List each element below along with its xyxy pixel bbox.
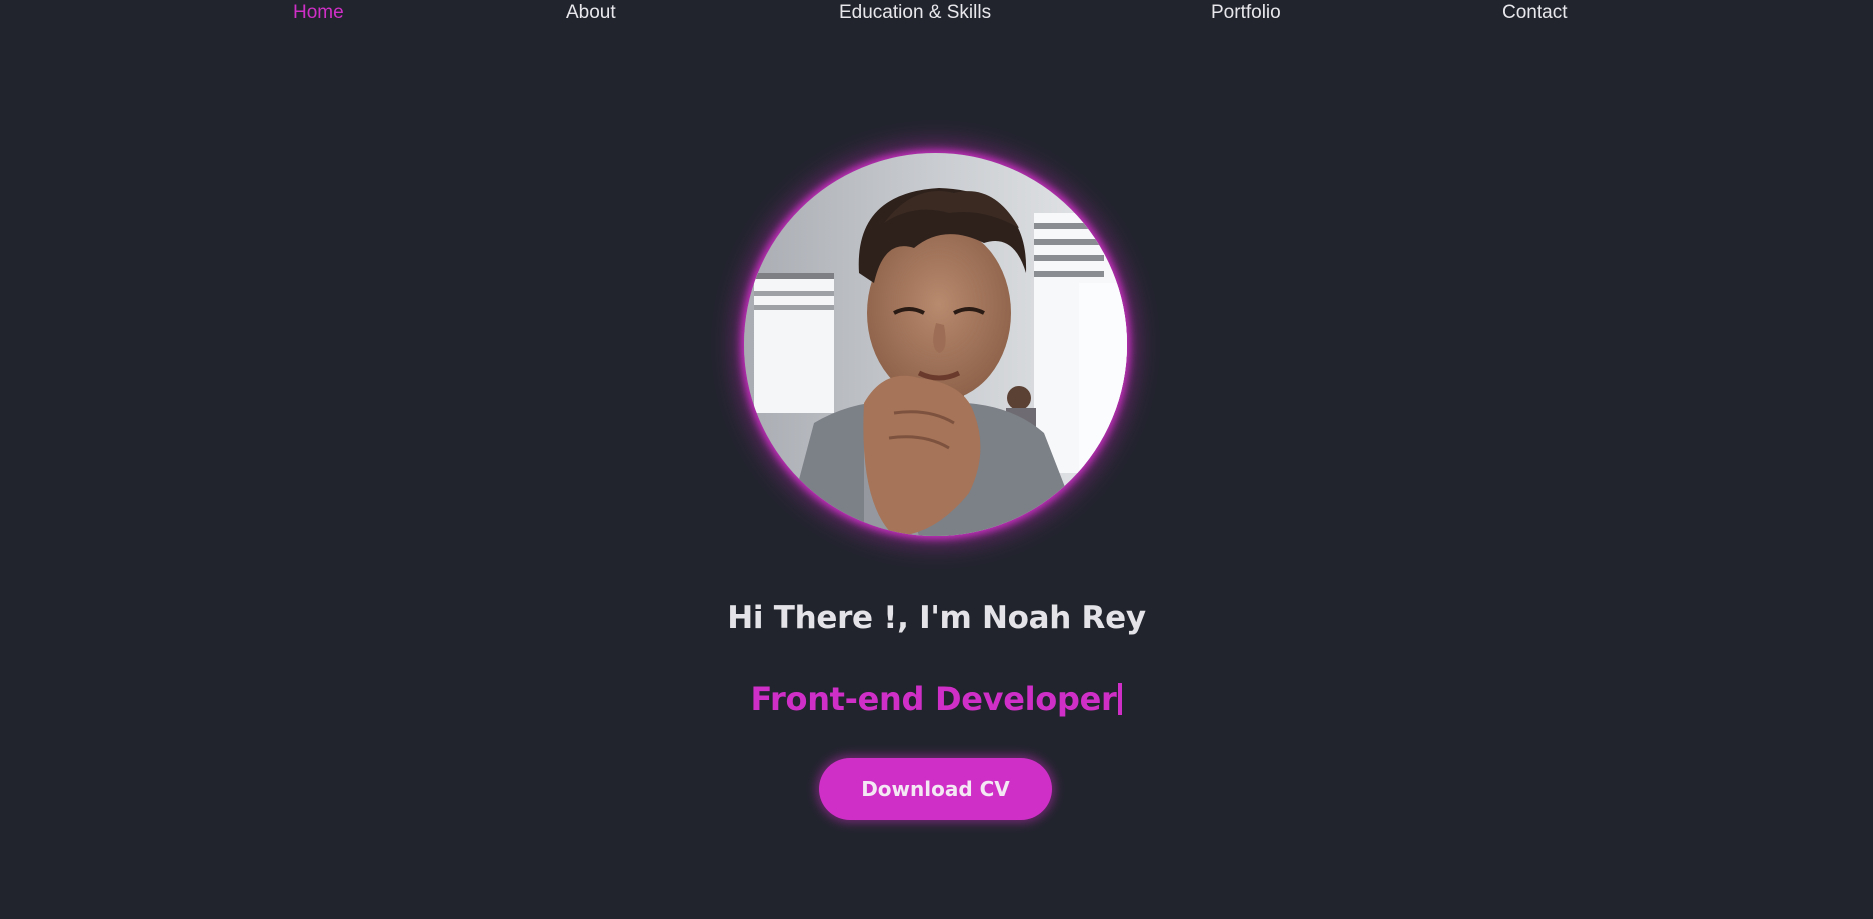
- hero-role-text: Front-end Developer: [750, 680, 1117, 718]
- nav-home-link[interactable]: Home: [293, 2, 344, 24]
- typing-cursor: [1118, 683, 1123, 715]
- top-navigation: Home About Education & Skills Portfolio …: [0, 0, 1873, 30]
- profile-avatar: [744, 153, 1127, 536]
- nav-about-link[interactable]: About: [566, 2, 616, 24]
- download-cv-button[interactable]: Download CV: [819, 758, 1052, 820]
- nav-contact-link[interactable]: Contact: [1502, 2, 1567, 24]
- profile-photo: [744, 153, 1127, 536]
- nav-portfolio-link[interactable]: Portfolio: [1211, 2, 1281, 24]
- hero-role: Front-end Developer: [0, 680, 1873, 718]
- hero-greeting: Hi There !, I'm Noah Rey: [727, 600, 1146, 636]
- nav-education-skills-link[interactable]: Education & Skills: [839, 2, 991, 24]
- page: Home About Education & Skills Portfolio …: [0, 0, 1873, 919]
